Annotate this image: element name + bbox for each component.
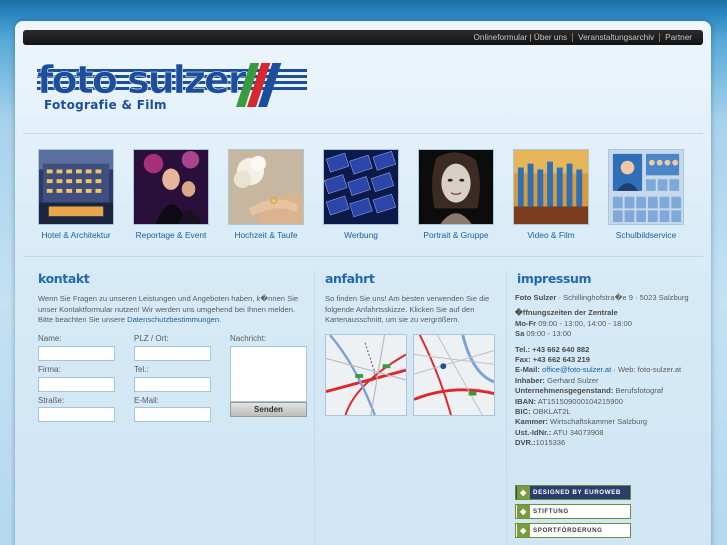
euroweb-logo-icon: ◆ [517, 486, 530, 499]
phone-number: Tel.: +43 662 640 882 [515, 344, 590, 354]
category-label: Hochzeit & Taufe [234, 230, 298, 240]
opening-hours-title: �ffnungszeiten der Zentrale [515, 308, 618, 318]
category-video-film[interactable]: Video & Film [513, 149, 589, 240]
web-link[interactable]: foto-sulzer.at [638, 365, 681, 374]
anfahrt-section: anfahrt So finden Sie uns! Am besten ver… [325, 271, 500, 326]
company-address: Foto Sulzer · Schillinghofstra�e 9 · 502… [515, 293, 689, 302]
category-portrait-gruppe[interactable]: Portrait & Gruppe [418, 149, 494, 240]
dvr-number: DVR.:1015336 [515, 438, 566, 448]
kontakt-intro-end: . [219, 315, 222, 324]
divider-top [23, 133, 703, 134]
column-separator-1 [314, 271, 315, 545]
category-reportage-event[interactable]: Reportage & Event [133, 149, 209, 240]
column-separator-2 [506, 271, 507, 545]
strasse-input[interactable] [38, 407, 115, 422]
anfahrt-heading: anfahrt [325, 271, 375, 286]
category-label: Reportage & Event [135, 230, 207, 240]
school-photo-service-photo [608, 149, 684, 225]
iban: IBAN: AT151509000104215900 [515, 396, 623, 406]
stiftung-logo-icon: ◆ [517, 505, 530, 518]
email-web: E-Mail: office@foto-sulzer.at · Web: fot… [515, 365, 682, 375]
kontakt-heading: kontakt [38, 271, 90, 286]
anfahrt-text: So finden Sie uns! Am besten verwenden S… [325, 294, 490, 324]
sportfoerderung-logo-icon: ◆ [517, 524, 530, 537]
nachricht-label: Nachricht: [230, 334, 267, 343]
category-label: Hotel & Architektur [41, 230, 111, 240]
impressum-heading: impressum [517, 271, 592, 286]
tel-input[interactable] [134, 377, 211, 392]
fax-number: Fax: +43 662 643 219 [515, 355, 590, 365]
advertising-photo [323, 149, 399, 225]
email-input[interactable] [134, 407, 211, 422]
nav-link-partner[interactable]: Partner [659, 33, 697, 42]
svg-text:foto sulzer: foto sulzer [37, 63, 247, 102]
category-werbung[interactable]: Werbung [323, 149, 399, 240]
email-link[interactable]: office@foto-sulzer.at [542, 365, 611, 374]
top-navigation: Onlineformular | Über uns Veranstaltungs… [23, 30, 703, 45]
opening-hours-weekdays: Mo-Fr 09:00 - 13:00, 14:00 - 18:00 [515, 318, 632, 328]
chamber: Kammer: Wirtschaftskammer Salzburg [515, 417, 648, 427]
logo-subtitle: Fotografie & Film [44, 98, 167, 112]
firma-input[interactable] [38, 377, 115, 392]
business-subject: Unternehmensgegenstand: Berufsfotograf [515, 386, 664, 396]
map-detail[interactable] [413, 334, 495, 416]
impressum-section: impressum [517, 271, 697, 294]
category-label: Video & Film [527, 230, 575, 240]
portrait-photo [418, 149, 494, 225]
owner: Inhaber: Gerhard Sulzer [515, 375, 599, 385]
name-label: Name: [38, 334, 62, 343]
impressum-details: Foto Sulzer · Schillinghofstra�e 9 · 502… [515, 293, 697, 449]
map-overview[interactable] [325, 334, 407, 416]
vat-id: Ust.-IdNr.: ATU 34073908 [515, 427, 604, 437]
plz-ort-input[interactable] [134, 346, 211, 361]
privacy-policy-link[interactable]: Datenschutzbestimmungen [127, 315, 219, 324]
category-schulbildservice[interactable]: Schulbildservice [608, 149, 684, 240]
strasse-label: Straße: [38, 396, 65, 405]
kontakt-section: kontakt Wenn Sie Fragen zu unseren Leist… [38, 271, 308, 326]
send-button[interactable]: Senden [230, 402, 307, 417]
wedding-photo [228, 149, 304, 225]
category-label: Werbung [344, 230, 378, 240]
firma-label: Firma: [38, 365, 61, 374]
stiftung-badge[interactable]: ◆ STIFTUNG [515, 504, 631, 519]
category-hotel-architektur[interactable]: Hotel & Architektur [38, 149, 114, 240]
kontakt-intro: Wenn Sie Fragen zu unseren Leistungen un… [38, 294, 308, 326]
nav-link-veranstaltungsarchiv[interactable]: Veranstaltungsarchiv [572, 33, 659, 42]
email-label: E-Mail: [134, 396, 159, 405]
divider-middle [23, 256, 703, 257]
tel-label: Tel.: [134, 365, 149, 374]
nav-link-onlineformular-ueber-uns[interactable]: Onlineformular | Über uns [469, 33, 573, 42]
euroweb-badge[interactable]: ◆ DESIGNED BY EUROWEB [515, 485, 631, 500]
category-hochzeit-taufe[interactable]: Hochzeit & Taufe [228, 149, 304, 240]
category-label: Portrait & Gruppe [423, 230, 489, 240]
category-label: Schulbildservice [615, 230, 677, 240]
hotel-architecture-photo [38, 149, 114, 225]
content-panel: Onlineformular | Über uns Veranstaltungs… [15, 21, 711, 545]
video-film-photo [513, 149, 589, 225]
sportfoerderung-badge[interactable]: ◆ SPORTFÖRDERUNG [515, 523, 631, 538]
opening-hours-saturday: Sa 09:00 - 13:00 [515, 329, 572, 339]
plz-ort-label: PLZ / Ort: [134, 334, 169, 343]
name-input[interactable] [38, 346, 115, 361]
reportage-event-photo [133, 149, 209, 225]
bic: BIC: OBKLAT2L [515, 407, 571, 417]
nachricht-textarea[interactable] [230, 346, 307, 402]
